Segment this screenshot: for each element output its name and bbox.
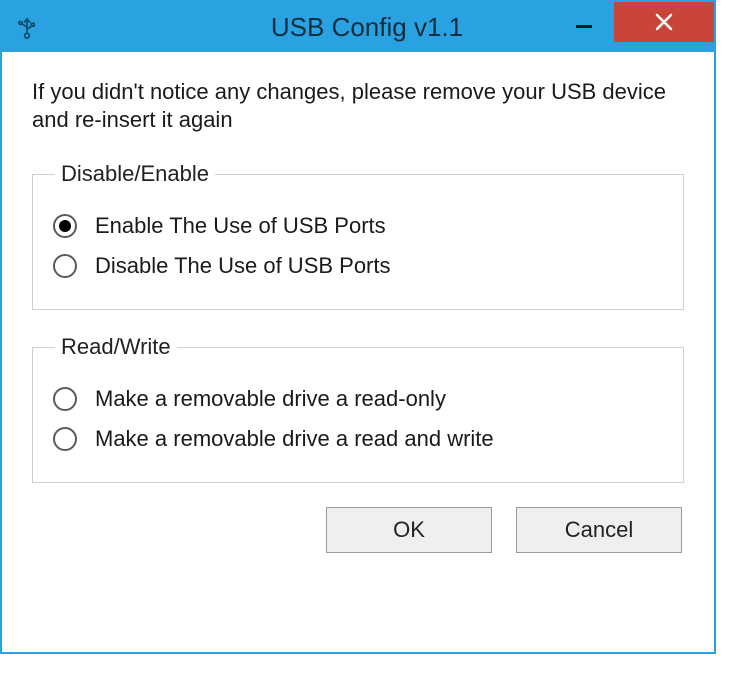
radio-label: Make a removable drive a read and write xyxy=(95,426,494,452)
close-button[interactable] xyxy=(614,2,714,42)
cancel-button[interactable]: Cancel xyxy=(516,507,682,553)
radio-disable-usb[interactable]: Disable The Use of USB Ports xyxy=(53,253,663,279)
dialog-window: USB Config v1.1 If you didn't notice any… xyxy=(0,0,716,654)
client-area: If you didn't notice any changes, please… xyxy=(2,52,714,573)
group-disable-enable-legend: Disable/Enable xyxy=(55,161,215,187)
minimize-button[interactable] xyxy=(554,2,614,42)
group-disable-enable: Disable/Enable Enable The Use of USB Por… xyxy=(32,161,684,310)
close-icon xyxy=(653,11,675,33)
instruction-text: If you didn't notice any changes, please… xyxy=(32,78,684,133)
radio-read-only[interactable]: Make a removable drive a read-only xyxy=(53,386,663,412)
radio-label: Disable The Use of USB Ports xyxy=(95,253,391,279)
radio-icon xyxy=(53,427,77,451)
group-read-write-legend: Read/Write xyxy=(55,334,177,360)
ok-button[interactable]: OK xyxy=(326,507,492,553)
group-read-write: Read/Write Make a removable drive a read… xyxy=(32,334,684,483)
button-row: OK Cancel xyxy=(32,507,684,553)
radio-icon xyxy=(53,387,77,411)
titlebar[interactable]: USB Config v1.1 xyxy=(2,2,714,52)
radio-read-write[interactable]: Make a removable drive a read and write xyxy=(53,426,663,452)
minimize-icon xyxy=(576,25,592,28)
window-controls xyxy=(554,2,714,42)
radio-icon xyxy=(53,254,77,278)
radio-label: Make a removable drive a read-only xyxy=(95,386,446,412)
radio-enable-usb[interactable]: Enable The Use of USB Ports xyxy=(53,213,663,239)
radio-label: Enable The Use of USB Ports xyxy=(95,213,386,239)
radio-icon xyxy=(53,214,77,238)
